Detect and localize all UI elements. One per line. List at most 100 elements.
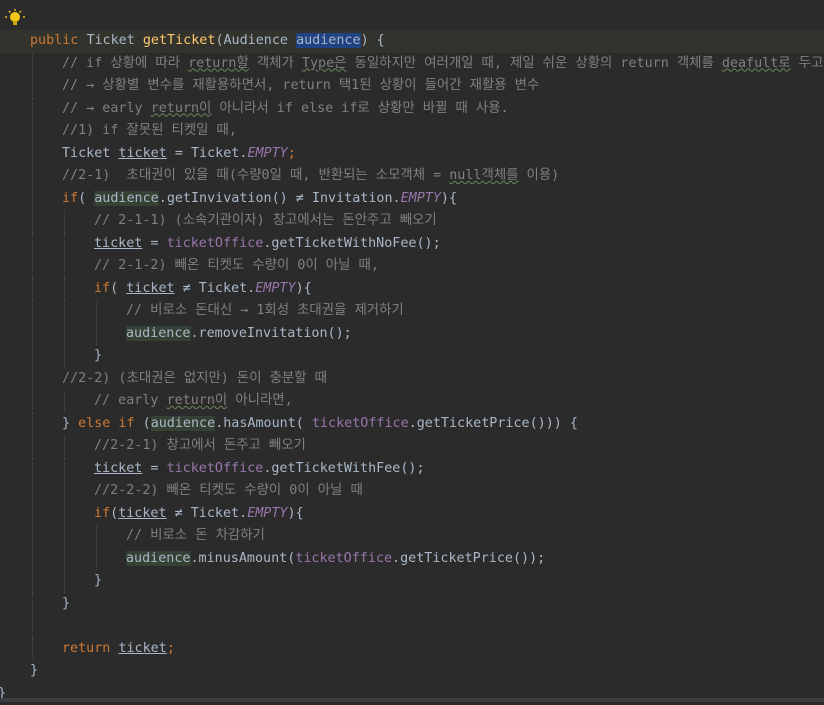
code-token: ticketOffice bbox=[166, 460, 264, 476]
code-token: ticket bbox=[118, 505, 167, 521]
code-token: .removeInvitation(); bbox=[190, 325, 352, 341]
code-token: ; bbox=[287, 145, 296, 161]
code-token: } bbox=[94, 573, 103, 588]
code-token: ){ bbox=[295, 280, 312, 296]
indent-guide bbox=[32, 97, 33, 120]
code-token: 아니라면, bbox=[227, 393, 293, 408]
code-token: // 비로소 돈 차감하기 bbox=[126, 528, 265, 543]
code-token: 객체가 bbox=[248, 55, 302, 71]
code-token: ≠ Ticket. bbox=[174, 280, 256, 296]
indent-guide bbox=[32, 187, 33, 210]
code-token: //2-2-1) 창고에서 돈주고 빼오기 bbox=[94, 438, 306, 453]
indent-guide bbox=[64, 547, 65, 570]
indent-guide bbox=[32, 300, 33, 323]
code-token: EMPTY bbox=[247, 505, 288, 521]
indent-guide bbox=[32, 502, 33, 525]
code-token: null객체를 bbox=[449, 168, 519, 183]
code-token: deafult로 bbox=[721, 55, 791, 71]
code-token: // 비로소 돈대신 → 1회성 초대권을 제거하기 bbox=[126, 303, 404, 318]
code-token: // 2-1-2) 빼온 티켓도 수량이 0이 아닐 때, bbox=[94, 258, 379, 273]
lightbulb-icon[interactable] bbox=[5, 9, 25, 29]
code-token: } bbox=[30, 663, 39, 678]
code-token: // 2-1-1) (소속기관이자) 창고에서는 돈안주고 빼오기 bbox=[94, 213, 437, 228]
code-token: // → early bbox=[62, 100, 151, 116]
code-token: //1) if 잘못된 티켓일 때, bbox=[62, 123, 237, 138]
code-token: ( bbox=[78, 190, 95, 206]
code-line[interactable]: public Ticket getTicket(Audience audienc… bbox=[0, 30, 824, 53]
indent-guide bbox=[32, 637, 33, 660]
indent-guide bbox=[64, 435, 65, 458]
code-token: .getTicketPrice()); bbox=[392, 550, 546, 566]
code-token: ticketOffice bbox=[311, 415, 409, 431]
code-token: audience bbox=[126, 325, 191, 341]
code-token: ( bbox=[110, 280, 127, 296]
indent-guide bbox=[32, 525, 33, 548]
code-token: public bbox=[30, 33, 87, 48]
indent-guide bbox=[32, 322, 33, 345]
code-token: .getTicketWithNoFee(); bbox=[263, 235, 441, 251]
code-token: 이용) bbox=[518, 168, 560, 183]
code-token: ticket bbox=[126, 280, 175, 296]
code-token: Ticket bbox=[86, 33, 143, 48]
indent-guide bbox=[32, 75, 33, 98]
code-token: Ticket bbox=[62, 145, 119, 161]
code-token: audience bbox=[150, 415, 216, 431]
code-token: // if 상황에 따라 bbox=[62, 55, 189, 71]
indent-guide bbox=[64, 232, 65, 255]
indent-guide bbox=[32, 570, 33, 593]
code-token: } bbox=[94, 348, 103, 363]
indent-guide bbox=[96, 300, 97, 323]
code-token: .getTicketWithFee(); bbox=[263, 460, 425, 476]
code-token: // → 상황별 변수를 재활용하면서, return 택1된 상황이 들어간 … bbox=[62, 78, 540, 93]
code-token: //2-2) (초대권은 없지만) 돈이 충분할 때 bbox=[62, 370, 327, 386]
code-token: else if bbox=[78, 415, 143, 431]
indent-guide bbox=[32, 435, 33, 458]
code-token: audience bbox=[296, 33, 361, 48]
indent-guide bbox=[32, 255, 33, 278]
code-token: = Ticket. bbox=[166, 145, 248, 161]
code-token: // early bbox=[94, 393, 167, 408]
code-token: return할 bbox=[188, 55, 249, 71]
indent-guide bbox=[32, 142, 33, 165]
indent-guide bbox=[64, 345, 65, 368]
code-token: . bbox=[158, 190, 167, 206]
indent-guide bbox=[64, 525, 65, 548]
code-token: = bbox=[142, 460, 167, 476]
code-token: ticketOffice bbox=[295, 550, 393, 566]
code-token: return bbox=[62, 640, 119, 656]
code-token: ticketOffice bbox=[166, 235, 264, 251]
code-token: (Audience bbox=[215, 33, 297, 48]
code-token: ; bbox=[166, 640, 175, 656]
indent-guide bbox=[32, 592, 33, 615]
code-token: ( bbox=[110, 505, 119, 521]
indent-guide bbox=[32, 165, 33, 188]
code-token: //2-1) 초대권이 있을 때(수량0일 때, 반환되는 소모객체 = bbox=[62, 168, 450, 183]
indent-guide bbox=[32, 480, 33, 503]
indent-guide bbox=[96, 322, 97, 345]
code-token: ){ bbox=[287, 505, 304, 521]
code-token: Type은 bbox=[301, 55, 347, 71]
code-token: if bbox=[94, 280, 111, 296]
code-token: EMPTY bbox=[255, 280, 296, 296]
indent-guide bbox=[64, 480, 65, 503]
code-token: .getTicketPrice())) { bbox=[408, 415, 578, 431]
code-token: getInvivation() ≠ Invitation. bbox=[166, 190, 401, 206]
indent-guide bbox=[32, 52, 33, 75]
indent-guide bbox=[32, 345, 33, 368]
horizontal-scrollbar[interactable] bbox=[0, 698, 824, 702]
code-token: EMPTY bbox=[247, 145, 288, 161]
code-token: 아니라서 if else if로 상황만 바뀔 때 사용. bbox=[211, 100, 509, 116]
code-token: = bbox=[142, 235, 167, 251]
indent-guide bbox=[64, 457, 65, 480]
indent-guide bbox=[32, 457, 33, 480]
code-token: ticket bbox=[118, 145, 167, 161]
code-token: ticket bbox=[94, 460, 143, 476]
indent-guide bbox=[96, 547, 97, 570]
code-token: .minusAmount( bbox=[190, 550, 296, 566]
code-token: ticket bbox=[118, 640, 167, 656]
indent-guide bbox=[64, 300, 65, 323]
code-token: getTicket bbox=[142, 33, 216, 48]
code-editor[interactable]: public Ticket getTicket(Audience audienc… bbox=[0, 0, 824, 702]
indent-guide bbox=[64, 210, 65, 233]
code-token: EMPTY bbox=[400, 190, 441, 206]
